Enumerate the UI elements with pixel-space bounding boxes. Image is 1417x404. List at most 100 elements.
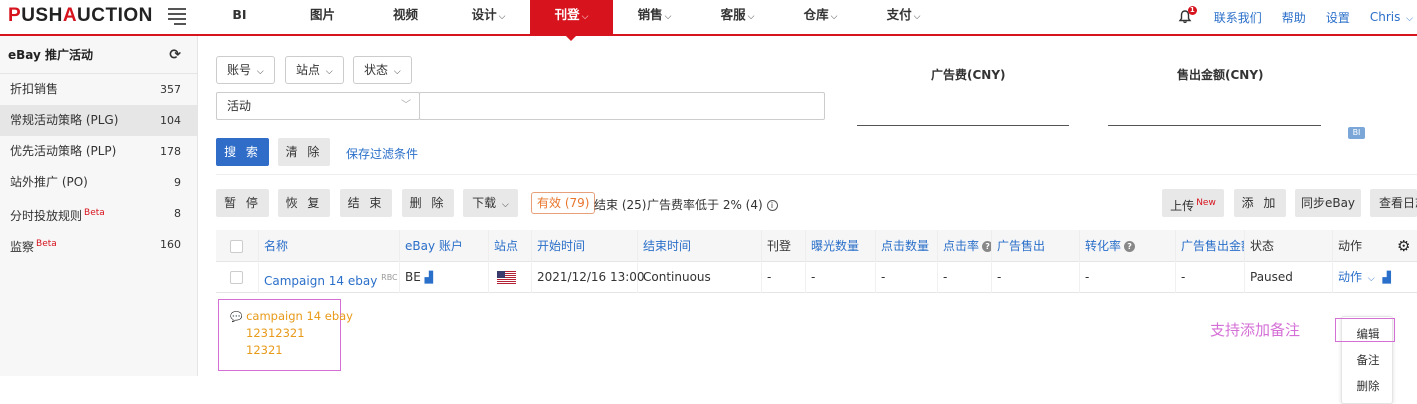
sidebar-item-plp[interactable]: 优先活动策略 (PLP) 178 xyxy=(0,136,197,167)
search-button[interactable]: 搜 索 xyxy=(216,138,269,166)
ad-sales-cell: - xyxy=(992,262,1080,293)
bar-chart-icon[interactable]: ▟ xyxy=(1383,271,1391,284)
beta-badge: Beta xyxy=(36,239,57,249)
menu-toggle-icon[interactable] xyxy=(168,8,186,25)
help-icon[interactable]: ? xyxy=(982,241,991,252)
sidebar-item-plg[interactable]: 常规活动策略 (PLG) 104 xyxy=(0,105,197,136)
refresh-icon[interactable]: ⟳ xyxy=(169,36,181,74)
note-menu-highlight xyxy=(1335,318,1395,342)
col-start-time[interactable]: 开始时间 xyxy=(532,230,638,262)
chevron-down-icon: ﹀ xyxy=(401,100,411,111)
col-ctr[interactable]: 点击率? xyxy=(938,230,992,262)
col-site[interactable]: 站点 xyxy=(489,230,532,262)
menu-item-delete[interactable]: 删除 xyxy=(1342,378,1394,394)
site-cell xyxy=(489,262,532,293)
main-nav: BI 图片 视频 设计 ⌵ 刊登 ⌵ 销售 ⌵ 客服 ⌵ 仓库 ⌵ 支付 ⌵ xyxy=(198,0,945,41)
user-menu[interactable]: Chris ⌵ xyxy=(1370,10,1413,24)
nav-videos[interactable]: 视频 xyxy=(364,0,447,34)
status-filter[interactable]: 状态 ⌵ xyxy=(353,56,412,84)
action-cell: 动作 ⌵ ▟ xyxy=(1333,262,1417,293)
ad-fee-label: 广告费(CNY) xyxy=(931,68,1006,82)
save-filter-link[interactable]: 保存过滤条件 xyxy=(346,145,418,162)
nav-images[interactable]: 图片 xyxy=(281,0,364,34)
resume-button[interactable]: 恢 复 xyxy=(278,189,330,217)
new-badge: New xyxy=(1196,198,1216,208)
row-select-cell xyxy=(216,262,259,293)
settings-link[interactable]: 设置 xyxy=(1326,9,1350,26)
col-ad-sales-amount[interactable]: 广告售出金额 xyxy=(1176,230,1245,262)
gear-icon[interactable]: ⚙ xyxy=(1397,237,1410,255)
us-flag-icon xyxy=(497,271,516,284)
help-icon[interactable]: ? xyxy=(1124,241,1136,252)
sidebar: eBay 推广活动 ⟳ 折扣销售 357 常规活动策略 (PLG) 104 优先活动策… xyxy=(0,36,198,376)
select-all-cell xyxy=(216,230,259,262)
nav-listing[interactable]: 刊登 ⌵ xyxy=(530,0,613,41)
view-log-button[interactable]: 查看日志 xyxy=(1370,189,1417,217)
rbc-tag: RBC xyxy=(381,273,398,282)
col-conversion[interactable]: 转化率? xyxy=(1080,230,1176,262)
bar-chart-icon[interactable]: ▟ xyxy=(425,271,433,284)
search-input[interactable] xyxy=(419,92,825,120)
col-ad-sales[interactable]: 广告售出 xyxy=(992,230,1080,262)
chevron-down-icon: ⌵ xyxy=(393,67,401,77)
menu-item-note[interactable]: 备注 xyxy=(1342,352,1394,368)
notification-badge: 1 xyxy=(1187,6,1197,15)
note-line: 💬 campaign 14 ebay xyxy=(230,309,353,323)
chevron-down-icon: ⌵ xyxy=(664,12,672,22)
col-name[interactable]: 名称 xyxy=(259,230,400,262)
select-all-checkbox[interactable] xyxy=(230,240,243,253)
chevron-down-icon: ⌵ xyxy=(502,200,509,210)
table-header: 名称 eBay 账户 站点 开始时间 结束时间 刊登 曝光数量 点击数量 点击率… xyxy=(216,230,1417,262)
col-impressions[interactable]: 曝光数量 xyxy=(806,230,876,262)
chevron-down-icon: ⌵ xyxy=(1367,274,1375,284)
sidebar-item-discount-sales[interactable]: 折扣销售 357 xyxy=(0,74,197,105)
end-button[interactable]: 结 束 xyxy=(340,189,392,217)
campaign-name-link[interactable]: Campaign 14 ebay xyxy=(264,274,377,288)
col-clicks[interactable]: 点击数量 xyxy=(876,230,938,262)
activity-select[interactable]: 活动 ﹀ xyxy=(216,92,420,120)
bi-badge[interactable]: BI xyxy=(1348,127,1365,139)
tab-ended[interactable]: 结束 (25) xyxy=(594,196,646,213)
sidebar-item-monitor[interactable]: 监察 Beta 160 xyxy=(0,229,197,260)
sidebar-item-po[interactable]: 站外推广 (PO) 9 xyxy=(0,167,197,198)
upload-button[interactable]: 上传 New xyxy=(1162,189,1224,217)
note-line: 12312321 xyxy=(246,326,305,340)
chevron-down-icon: ⌵ xyxy=(747,12,755,22)
col-end-time[interactable]: 结束时间 xyxy=(638,230,762,262)
delete-button[interactable]: 删 除 xyxy=(402,189,454,217)
ad-fee-divider xyxy=(857,125,1069,126)
chevron-down-icon: ⌵ xyxy=(913,12,921,22)
download-button[interactable]: 下载 ⌵ xyxy=(463,189,518,217)
add-button[interactable]: 添 加 xyxy=(1234,189,1286,217)
row-checkbox[interactable] xyxy=(230,271,243,284)
help-link[interactable]: 帮助 xyxy=(1282,9,1306,26)
col-account[interactable]: eBay 账户 xyxy=(400,230,489,262)
chevron-down-icon: ⌵ xyxy=(498,12,506,22)
nav-bi[interactable]: BI xyxy=(198,0,281,34)
action-dropdown[interactable]: 动作 ⌵ xyxy=(1338,270,1375,284)
contact-us-link[interactable]: 联系我们 xyxy=(1214,9,1262,26)
sidebar-title: eBay 推广活动 ⟳ xyxy=(0,36,197,74)
info-icon: i xyxy=(766,200,778,211)
nav-customer-service[interactable]: 客服 ⌵ xyxy=(696,0,779,34)
account-filter[interactable]: 账号 ⌵ xyxy=(216,56,275,84)
nav-design[interactable]: 设计 ⌵ xyxy=(447,0,530,34)
bell-icon[interactable]: 1 xyxy=(1178,6,1197,24)
sidebar-item-schedule-rules[interactable]: 分时投放规则 Beta 8 xyxy=(0,198,197,229)
pause-button[interactable]: 暂 停 xyxy=(216,189,269,217)
clear-button[interactable]: 清 除 xyxy=(278,138,330,166)
pushauction-logo[interactable]: PUSHAUCTION xyxy=(8,5,153,27)
chevron-down-icon: ⌵ xyxy=(581,12,589,22)
nav-warehouse[interactable]: 仓库 ⌵ xyxy=(779,0,862,34)
tab-valid[interactable]: 有效 (79) xyxy=(531,192,596,214)
beta-badge: Beta xyxy=(84,208,105,218)
chevron-down-icon: ⌵ xyxy=(325,67,333,77)
listing-cell: - xyxy=(762,262,806,293)
top-nav-bar: PUSHAUCTION BI 图片 视频 设计 ⌵ 刊登 ⌵ 销售 ⌵ 客服 ⌵ 仓库 ⌵… xyxy=(0,0,1417,41)
nav-payment[interactable]: 支付 ⌵ xyxy=(862,0,945,34)
conversion-cell: - xyxy=(1080,262,1176,293)
nav-sales[interactable]: 销售 ⌵ xyxy=(613,0,696,34)
site-filter[interactable]: 站点 ⌵ xyxy=(285,56,344,84)
tab-low-rate[interactable]: 广告费率低于 2% (4) i xyxy=(647,196,778,213)
sync-ebay-button[interactable]: 同步eBay xyxy=(1295,189,1361,217)
